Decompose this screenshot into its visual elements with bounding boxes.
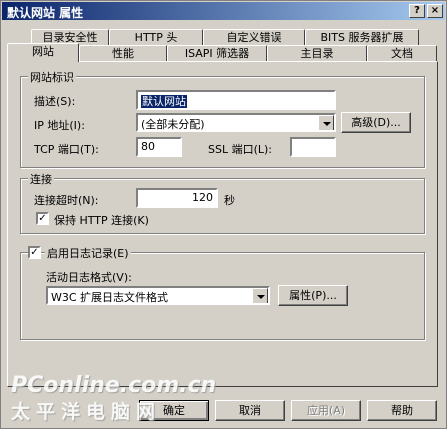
- chevron-down-icon[interactable]: [252, 288, 268, 303]
- ip-address-label: IP 地址(I):: [34, 119, 85, 132]
- enable-logging-checkbox[interactable]: ✓: [28, 246, 41, 259]
- tab-bits-extension[interactable]: BITS 服务器扩展: [305, 29, 419, 45]
- watermark-logo: PConline.com.cn: [11, 373, 217, 398]
- ssl-port-field[interactable]: [290, 137, 336, 157]
- log-format-select[interactable]: W3C 扩展日志文件格式: [46, 286, 270, 305]
- tcp-port-label: TCP 端口(T):: [34, 143, 99, 156]
- keepalive-checkbox[interactable]: ✓: [36, 212, 49, 225]
- timeout-unit: 秒: [224, 194, 235, 207]
- description-label: 描述(S):: [34, 95, 76, 108]
- apply-button[interactable]: 应用(A): [291, 400, 361, 421]
- tab-performance[interactable]: 性能: [79, 45, 167, 61]
- advanced-button[interactable]: 高级(D)...: [341, 112, 411, 133]
- tcp-port-field[interactable]: 80: [136, 137, 182, 157]
- tab-documents[interactable]: 文档: [367, 45, 437, 61]
- ssl-port-label: SSL 端口(L):: [208, 143, 273, 156]
- ip-address-value: (全部未分配): [141, 118, 205, 131]
- tab-home-directory[interactable]: 主目录: [267, 45, 367, 61]
- title-bar: 默认网站 属性 ? ×: [2, 2, 445, 20]
- tab-http-headers[interactable]: HTTP 头: [109, 29, 203, 45]
- window-title: 默认网站 属性: [7, 6, 84, 20]
- watermark-text: 太平洋电脑网: [11, 401, 162, 423]
- properties-dialog: 默认网站 属性 ? × 目录安全性 HTTP 头 自定义错误 BITS 服务器扩…: [0, 0, 447, 429]
- tab-panel-website: 网站标识 描述(S): 默认网站 IP 地址(I): (全部未分配) 高级(D)…: [7, 61, 438, 387]
- tab-isapi-filters[interactable]: ISAPI 筛选器: [167, 45, 267, 61]
- chevron-down-icon[interactable]: [318, 115, 334, 130]
- ip-address-select[interactable]: (全部未分配): [136, 113, 336, 132]
- timeout-label: 连接超时(N):: [34, 194, 99, 207]
- keepalive-label: 保持 HTTP 连接(K): [54, 214, 149, 227]
- close-button[interactable]: ×: [427, 4, 443, 18]
- log-format-label: 活动日志格式(V):: [46, 271, 132, 284]
- cancel-button[interactable]: 取消: [215, 400, 285, 421]
- help-title-button[interactable]: ?: [409, 4, 425, 18]
- description-field[interactable]: 默认网站: [136, 90, 336, 110]
- help-button[interactable]: 帮助: [367, 400, 437, 421]
- log-properties-button[interactable]: 属性(P)...: [278, 285, 348, 306]
- tab-custom-errors[interactable]: 自定义错误: [203, 29, 305, 45]
- tab-website[interactable]: 网站: [7, 43, 79, 62]
- group-title-identity: 网站标识: [28, 69, 76, 85]
- log-format-value: W3C 扩展日志文件格式: [51, 291, 169, 304]
- description-value: 默认网站: [141, 95, 187, 108]
- timeout-field[interactable]: 120: [136, 188, 218, 208]
- enable-logging-label: 启用日志记录(E): [45, 245, 131, 261]
- group-title-connection: 连接: [28, 171, 54, 187]
